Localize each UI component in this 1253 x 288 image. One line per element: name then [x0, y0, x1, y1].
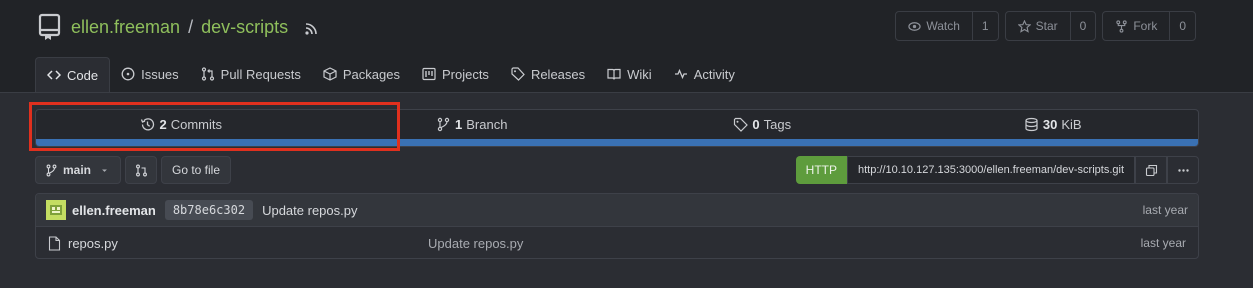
tab-label: Code — [67, 67, 99, 83]
tab-issues[interactable]: Issues — [110, 57, 190, 91]
file-entry[interactable]: repos.py — [48, 236, 428, 251]
fork-button[interactable]: Fork 0 — [1102, 11, 1196, 41]
kebab-horizontal-icon — [1177, 168, 1189, 172]
tab-releases[interactable]: Releases — [500, 57, 596, 91]
star-button[interactable]: Star 0 — [1004, 11, 1097, 41]
commits-count: 2 — [159, 117, 167, 132]
star-count[interactable]: 0 — [1069, 12, 1096, 40]
watch-button[interactable]: Watch 1 — [895, 11, 999, 41]
branches-count: 1 — [455, 117, 463, 132]
language-bar[interactable] — [36, 139, 1198, 146]
database-icon — [1025, 117, 1038, 132]
tab-label: Pull Requests — [220, 66, 301, 82]
repo-stats-bar: 2 Commits 1 Branch 0 Tags 30 KiB — [35, 109, 1199, 147]
star-label: Star — [1035, 19, 1058, 33]
fork-count[interactable]: 0 — [1169, 12, 1195, 40]
commit-sha[interactable]: 8b78e6c302 — [164, 200, 254, 220]
tag-icon — [511, 67, 525, 81]
history-icon — [141, 118, 155, 131]
tags-label: Tags — [763, 117, 792, 132]
branches-link[interactable]: 1 Branch — [327, 110, 618, 139]
copy-url-button[interactable] — [1135, 156, 1167, 184]
watch-label: Watch — [926, 19, 960, 33]
repo-owner-link[interactable]: ellen.freeman — [71, 17, 180, 38]
repo-tabs: Code Issues Pull Requests Packages Proje… — [35, 57, 746, 92]
tab-projects[interactable]: Projects — [411, 57, 500, 91]
size-count: 30 — [1042, 117, 1058, 132]
tab-activity[interactable]: Activity — [663, 57, 746, 91]
code-icon — [47, 70, 61, 80]
repo-separator: / — [188, 16, 194, 37]
commit-author[interactable]: ellen.freeman — [72, 203, 156, 218]
rss-icon[interactable] — [304, 20, 318, 35]
tab-label: Packages — [342, 66, 400, 82]
star-icon — [1017, 19, 1031, 33]
chevron-down-icon — [102, 168, 107, 172]
repo-header: ellen.freeman / dev-scripts Watch 1 Star… — [0, 0, 1253, 93]
size-label: KiB — [1061, 117, 1082, 132]
list-item: repos.py Update repos.py last year — [36, 227, 1198, 258]
tab-packages[interactable]: Packages — [312, 57, 411, 91]
file-icon — [48, 235, 61, 251]
tab-label: Issues — [141, 66, 179, 82]
tab-wiki[interactable]: Wiki — [596, 57, 663, 91]
pull-request-icon — [201, 67, 214, 81]
issue-icon — [121, 67, 135, 81]
tag-icon — [734, 117, 749, 132]
branch-icon — [437, 117, 450, 132]
file-list: ellen.freeman 8b78e6c302 Update repos.py… — [35, 193, 1199, 259]
eye-icon — [908, 21, 922, 31]
repo-toolbar: main Go to file HTTP http://10.10.127.13… — [35, 156, 1199, 184]
book-icon — [607, 68, 621, 80]
tab-pull-requests[interactable]: Pull Requests — [190, 57, 312, 91]
fork-label: Fork — [1133, 19, 1158, 33]
file-name: repos.py — [68, 235, 118, 251]
size-info: 30 KiB — [908, 110, 1199, 139]
copy-icon — [1145, 164, 1157, 176]
tab-label: Wiki — [627, 66, 652, 82]
go-to-file-label: Go to file — [171, 163, 221, 177]
compare-button[interactable] — [125, 156, 157, 184]
clone-panel: HTTP http://10.10.127.135:3000/ellen.fre… — [795, 156, 1199, 184]
tab-code[interactable]: Code — [35, 57, 111, 92]
branches-label: Branch — [466, 117, 508, 132]
repo-name-link[interactable]: dev-scripts — [201, 17, 288, 38]
fork-icon — [1116, 19, 1128, 33]
repo-actions: Watch 1 Star 0 Fork 0 — [895, 11, 1196, 41]
tab-label: Projects — [441, 66, 489, 82]
clone-url-input[interactable]: http://10.10.127.135:3000/ellen.freeman/… — [847, 156, 1135, 184]
tab-label: Releases — [530, 66, 586, 82]
more-options-button[interactable] — [1167, 156, 1199, 184]
repo-icon — [37, 13, 63, 41]
commit-message[interactable]: Update repos.py — [262, 203, 357, 218]
package-icon — [323, 67, 337, 81]
file-commit-time: last year — [1140, 236, 1186, 250]
latest-commit-row: ellen.freeman 8b78e6c302 Update repos.py… — [36, 194, 1198, 227]
branch-icon — [46, 164, 57, 176]
avatar[interactable] — [46, 200, 66, 220]
clone-protocol-button[interactable]: HTTP — [795, 156, 847, 184]
tags-count: 0 — [752, 117, 760, 132]
pull-request-icon — [135, 164, 147, 176]
branch-selector[interactable]: main — [35, 156, 121, 184]
commits-link[interactable]: 2 Commits — [36, 110, 327, 139]
repo-title: ellen.freeman / dev-scripts — [37, 12, 318, 42]
commit-time: last year — [1142, 203, 1188, 217]
project-icon — [422, 67, 436, 81]
tab-label: Activity — [693, 66, 735, 82]
go-to-file-button[interactable]: Go to file — [161, 156, 231, 184]
commits-label: Commits — [170, 117, 222, 132]
tags-link[interactable]: 0 Tags — [617, 110, 908, 139]
branch-name: main — [63, 163, 92, 177]
file-commit-message[interactable]: Update repos.py — [428, 236, 523, 251]
pulse-icon — [674, 68, 687, 80]
watch-count[interactable]: 1 — [971, 12, 998, 40]
